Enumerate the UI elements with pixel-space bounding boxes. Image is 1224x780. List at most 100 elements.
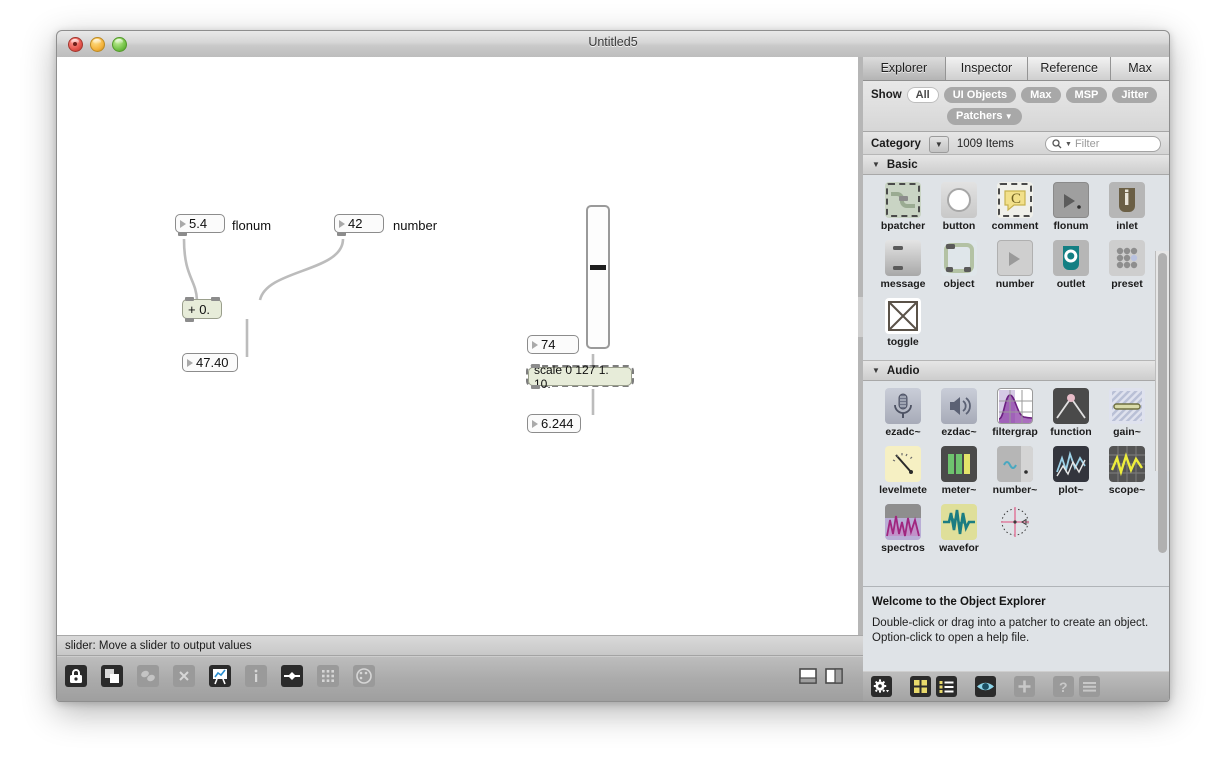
sidebar-tabs: Explorer Inspector Reference Max (863, 57, 1169, 81)
object-label: ezdac~ (931, 426, 987, 438)
filter-ui-objects[interactable]: UI Objects (944, 87, 1016, 103)
tab-reference[interactable]: Reference (1028, 57, 1111, 80)
slider-knob[interactable] (590, 265, 606, 270)
object-label: object (931, 278, 987, 290)
object-item-message[interactable]: message (875, 240, 931, 290)
object-item-plot[interactable]: plot~ (1043, 446, 1099, 496)
inlet-port-left[interactable] (531, 364, 540, 368)
object-item-number-tilde[interactable]: number~ (987, 446, 1043, 496)
filter-max[interactable]: Max (1021, 87, 1060, 103)
list-view-icon[interactable] (936, 676, 957, 697)
section-grid-basic: bpatcher button (863, 175, 1169, 360)
category-dropdown-icon[interactable]: ▼ (929, 136, 949, 153)
visibility-icon[interactable] (975, 676, 996, 697)
filter-patchers-dropdown[interactable]: Patchers (947, 108, 1022, 125)
object-label: number~ (987, 484, 1043, 496)
search-dropdown-icon[interactable]: ▼ (1065, 141, 1072, 148)
plus-object[interactable]: + 0. (182, 299, 222, 319)
object-item-object[interactable]: object (931, 240, 987, 290)
section-title: Audio (887, 365, 920, 377)
object-item-toggle[interactable]: toggle (875, 298, 931, 348)
pan-icon (997, 504, 1033, 540)
object-item-outlet[interactable]: outlet (1043, 240, 1099, 290)
filter-jitter[interactable]: Jitter (1112, 87, 1157, 103)
help-icon: ? (1053, 676, 1074, 697)
object-item-filtergraph[interactable]: filtergrap (987, 388, 1043, 438)
sidebar-scrollbar[interactable] (1155, 251, 1169, 471)
filtergraph-icon (997, 388, 1033, 424)
presentation-icon[interactable] (101, 665, 123, 687)
message-icon (885, 240, 921, 276)
object-item-flonum[interactable]: flonum (1043, 182, 1099, 232)
signal-probe-icon[interactable] (281, 665, 303, 687)
inlet-port-left[interactable] (185, 297, 194, 301)
object-label: inlet (1099, 220, 1155, 232)
grid-view-icon[interactable] (910, 676, 931, 697)
patcher-pane: 5.4 flonum 42 number + 0. (57, 57, 864, 701)
object-label: plot~ (1043, 484, 1099, 496)
number-box-42[interactable]: 42 (334, 214, 384, 233)
object-item-comment[interactable]: C comment (987, 182, 1043, 232)
inlet-icon (1109, 182, 1145, 218)
scale-object[interactable]: scale 0 127 1. 10. (528, 367, 632, 386)
scale-object-text: scale 0 127 1. 10. (534, 363, 626, 391)
flonum-box-5-4[interactable]: 5.4 (175, 214, 225, 233)
object-item-ezdac[interactable]: ezdac~ (931, 388, 987, 438)
flonum-triangle-icon (180, 220, 186, 228)
comment-icon: C (997, 182, 1033, 218)
object-label: wavefor (931, 542, 987, 554)
number-box-74[interactable]: 74 (527, 335, 579, 354)
sidebar-scrollbar-thumb[interactable] (1158, 253, 1167, 553)
flonum-box-result[interactable]: 47.40 (182, 353, 238, 372)
object-item-spectroscope[interactable]: spectros (875, 504, 931, 554)
flonum-box-6-244[interactable]: 6.244 (527, 414, 581, 433)
window-titlebar[interactable]: Untitled5 (57, 31, 1169, 58)
tab-inspector[interactable]: Inspector (946, 57, 1029, 80)
object-item-function[interactable]: function (1043, 388, 1099, 438)
outlet-icon (1053, 240, 1089, 276)
inlet-port-right[interactable] (211, 297, 220, 301)
object-label: toggle (875, 336, 931, 348)
section-header-audio[interactable]: ▼ Audio (863, 360, 1169, 381)
object-item-pan[interactable] (987, 504, 1043, 554)
bottom-panel-toggle-icon[interactable] (797, 665, 819, 687)
action-gear-icon[interactable] (871, 676, 892, 697)
object-item-number[interactable]: number (987, 240, 1043, 290)
object-item-inlet[interactable]: inlet (1099, 182, 1155, 232)
patcher-canvas[interactable]: 5.4 flonum 42 number + 0. (57, 57, 863, 635)
comment-flonum: flonum (232, 218, 271, 233)
inspector-icon[interactable] (209, 665, 231, 687)
object-item-bpatcher[interactable]: bpatcher (875, 182, 931, 232)
outlet-port[interactable] (531, 385, 540, 389)
flonum-triangle-icon (532, 420, 538, 428)
section-header-basic[interactable]: ▼ Basic (863, 154, 1169, 175)
filter-all[interactable]: All (907, 87, 939, 103)
object-item-ezadc[interactable]: ezadc~ (875, 388, 931, 438)
object-item-scope[interactable]: scope~ (1099, 446, 1155, 496)
flonum-icon (1053, 182, 1089, 218)
lock-unlock-icon[interactable] (65, 665, 87, 687)
function-icon (1053, 388, 1089, 424)
object-item-waveform[interactable]: wavefor (931, 504, 987, 554)
tab-max[interactable]: Max (1111, 57, 1169, 80)
object-item-preset[interactable]: preset (1099, 240, 1155, 290)
object-item-levelmeter[interactable]: levelmete (875, 446, 931, 496)
object-list[interactable]: ▼ Basic bpatcher (863, 154, 1169, 586)
search-input[interactable]: ▼ Filter (1045, 136, 1161, 152)
outlet-port[interactable] (337, 232, 346, 236)
disclosure-triangle-icon[interactable]: ▼ (872, 160, 880, 169)
outlet-port[interactable] (178, 232, 187, 236)
object-label: button (931, 220, 987, 232)
comment-number: number (393, 218, 437, 233)
outlet-port[interactable] (185, 318, 194, 322)
object-item-button[interactable]: button (931, 182, 987, 232)
slider-object[interactable] (586, 205, 610, 349)
disclosure-triangle-icon[interactable]: ▼ (872, 366, 880, 375)
section-title: Basic (887, 159, 918, 171)
tab-explorer[interactable]: Explorer (863, 57, 946, 80)
side-panel-toggle-icon[interactable] (823, 665, 845, 687)
flonum-result-value: 47.40 (196, 356, 229, 369)
object-item-meter[interactable]: meter~ (931, 446, 987, 496)
object-item-gain[interactable]: gain~ (1099, 388, 1155, 438)
filter-msp[interactable]: MSP (1066, 87, 1108, 103)
